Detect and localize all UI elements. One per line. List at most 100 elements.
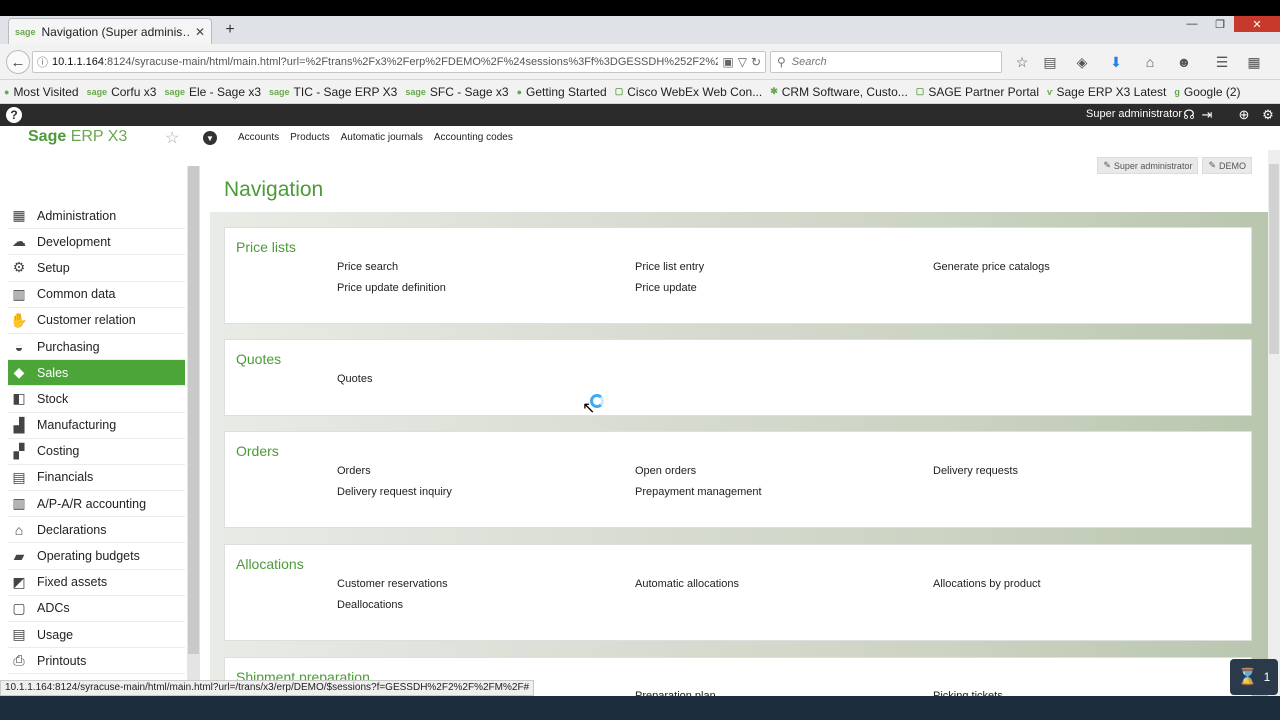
sidebar-item-common-data[interactable]: ▥ Common data xyxy=(8,282,185,308)
bookmarks-bar: ● Most Visited sage Corfu x3 sage Ele - Sage … xyxy=(0,80,1280,104)
quick-link[interactable]: Accounting codes xyxy=(434,132,513,143)
section-link[interactable]: Price update xyxy=(635,282,697,294)
menu-icon[interactable]: ☰ xyxy=(1211,52,1233,72)
sidebar-scrollbar[interactable] xyxy=(187,166,200,680)
sidebar-item-setup[interactable]: ⚙ Setup xyxy=(8,255,185,282)
header-user[interactable]: Super administrator xyxy=(1086,108,1182,120)
quick-link[interactable]: Products xyxy=(290,132,329,143)
search-box[interactable]: ⚲ xyxy=(770,51,1002,73)
bookmark-item[interactable]: sage SFC - Sage x3 xyxy=(405,85,508,99)
sidebar-item-customer-relation[interactable]: ✋ Customer relation xyxy=(8,308,185,334)
url-dropdown-icon[interactable]: ▽ xyxy=(738,55,747,69)
window-close-icon[interactable]: ✕ xyxy=(1234,16,1280,32)
section-link[interactable]: Delivery request inquiry xyxy=(337,486,452,498)
section-link[interactable]: Generate price catalogs xyxy=(933,261,1050,273)
settings-icon[interactable]: ⚙ xyxy=(1259,107,1277,123)
sidebar-item-manufacturing[interactable]: ▟ Manufacturing xyxy=(8,413,185,439)
quick-link[interactable]: Accounts xyxy=(238,132,279,143)
sidebar-item-label: Costing xyxy=(37,444,80,459)
section-link[interactable]: Customer reservations xyxy=(337,578,448,590)
section-link[interactable]: Open orders xyxy=(635,465,696,477)
bookmark-item[interactable]: g Google (2) xyxy=(1174,85,1240,99)
sidebar-item-administration[interactable]: ▦ Administration xyxy=(8,203,185,230)
tab-close-icon[interactable]: ✕ xyxy=(195,25,205,39)
back-icon[interactable]: ← xyxy=(6,50,30,74)
sidebar-item-usage[interactable]: ▤ Usage xyxy=(8,622,185,649)
sidebar-item-printouts[interactable]: ⎙ Printouts xyxy=(8,648,185,675)
favorite-star-icon[interactable]: ☆ xyxy=(165,128,179,148)
bookmark-item[interactable]: ▢ SAGE Partner Portal xyxy=(916,85,1039,99)
admin-icon: ▦ xyxy=(12,207,26,224)
address-bar[interactable]: ⓘ 10.1.1.164:8124/syracuse-main/html/mai… xyxy=(32,51,766,73)
extension-icon[interactable]: ▦ xyxy=(1243,52,1265,72)
firefox-icon: ● xyxy=(4,86,10,97)
headset-icon[interactable]: ☊ xyxy=(1180,107,1198,123)
section-link[interactable]: Automatic allocations xyxy=(635,578,739,590)
sidebar-item-financials[interactable]: ▤ Financials xyxy=(8,465,185,492)
bookmark-item[interactable]: sage Ele - Sage x3 xyxy=(164,85,261,99)
sidebar-item-label: Usage xyxy=(37,627,74,642)
bookmark-label: TIC - Sage ERP X3 xyxy=(293,84,398,99)
help-icon[interactable]: ? xyxy=(6,107,22,123)
page-info-icon[interactable]: ⓘ xyxy=(37,54,48,70)
sidebar-item-purchasing[interactable]: ◒ Purchasing xyxy=(8,334,185,361)
reading-list-icon[interactable]: ▤ xyxy=(1039,52,1061,72)
globe-icon[interactable]: ⊕ xyxy=(1235,107,1253,123)
page-scrollbar[interactable] xyxy=(1268,150,1280,696)
user-badge[interactable]: ✎ Super administrator xyxy=(1097,157,1199,174)
quick-link[interactable]: Automatic journals xyxy=(341,132,423,143)
chevron-down-icon[interactable]: ▼ xyxy=(203,131,217,145)
section-link[interactable]: Delivery requests xyxy=(933,465,1018,477)
restore-icon[interactable]: ❐ xyxy=(1206,16,1234,32)
sidebar-scroll-thumb[interactable] xyxy=(188,166,199,654)
bookmark-item[interactable]: ▢ Cisco WebEx Web Con... xyxy=(615,85,762,99)
wrench-icon: ✎ xyxy=(1208,160,1216,170)
sidebar-item-development[interactable]: ☁ Development xyxy=(8,229,185,256)
bookmark-item[interactable]: sage TIC - Sage ERP X3 xyxy=(269,85,397,99)
sidebar-item-operating-budgets[interactable]: ▰ Operating budgets xyxy=(8,543,185,570)
folder-badge[interactable]: ✎ DEMO xyxy=(1202,157,1252,174)
reader-icon[interactable]: ▣ xyxy=(722,55,733,69)
section-link[interactable]: Price search xyxy=(337,261,398,273)
search-input[interactable] xyxy=(791,56,982,68)
reload-icon[interactable]: ↻ xyxy=(751,55,761,69)
home-icon[interactable]: ⌂ xyxy=(1139,52,1161,72)
section-title: Orders xyxy=(236,443,279,459)
chat-icon[interactable]: ☻ xyxy=(1173,52,1195,72)
bookmark-item[interactable]: ● Getting Started xyxy=(517,85,607,99)
section-link[interactable]: Prepayment management xyxy=(635,486,762,498)
box-icon: ◧ xyxy=(12,390,26,407)
sidebar-item-adcs[interactable]: ▢ ADCs xyxy=(8,596,185,622)
new-tab-icon[interactable]: + xyxy=(220,18,240,42)
section-link[interactable]: Price list entry xyxy=(635,261,704,273)
bookmark-star-icon[interactable]: ☆ xyxy=(1011,52,1033,72)
sidebar-item-costing[interactable]: ▞ Costing xyxy=(8,439,185,465)
notification-badge[interactable]: ⌛ 1 xyxy=(1230,659,1278,695)
section-link[interactable]: Orders xyxy=(337,465,371,477)
sage-icon: sage xyxy=(164,86,185,97)
sidebar-item-label: Stock xyxy=(37,391,69,406)
section-title: Price lists xyxy=(236,239,296,255)
sidebar-item-fixed-assets[interactable]: ◩ Fixed assets xyxy=(8,570,185,596)
minimize-icon[interactable]: — xyxy=(1178,16,1206,32)
bookmark-item[interactable]: ✱ CRM Software, Custo... xyxy=(770,85,908,99)
logout-icon[interactable]: ⇥ xyxy=(1198,107,1216,123)
sidebar-item-sales[interactable]: ◆ Sales xyxy=(8,360,185,387)
bookmark-item[interactable]: sage Corfu x3 xyxy=(87,85,157,99)
sidebar-item-a-p-a-r-accounting[interactable]: ▥ A/P-A/R accounting xyxy=(8,491,185,518)
sidebar-item-stock[interactable]: ◧ Stock xyxy=(8,386,185,413)
sidebar-item-label: Declarations xyxy=(37,522,107,537)
bookmark-item[interactable]: ⱱ Sage ERP X3 Latest xyxy=(1047,85,1166,99)
section-link[interactable]: Deallocations xyxy=(337,599,403,611)
section-link[interactable]: Price update definition xyxy=(337,282,446,294)
sidebar-item-declarations[interactable]: ⌂ Declarations xyxy=(8,517,185,544)
browser-tab[interactable]: sage Navigation (Super adminis… ✕ xyxy=(8,18,212,44)
building-icon: ⌂ xyxy=(14,521,24,538)
section-link[interactable]: Quotes xyxy=(337,373,372,385)
bookmark-item[interactable]: ● Most Visited xyxy=(4,85,79,99)
sage-logo[interactable]: Sage ERP X3 xyxy=(28,128,127,146)
download-icon[interactable]: ⬇ xyxy=(1105,52,1127,72)
section-link[interactable]: Allocations by product xyxy=(933,578,1041,590)
page-scroll-thumb[interactable] xyxy=(1269,164,1279,354)
pocket-icon[interactable]: ◈ xyxy=(1071,52,1093,72)
